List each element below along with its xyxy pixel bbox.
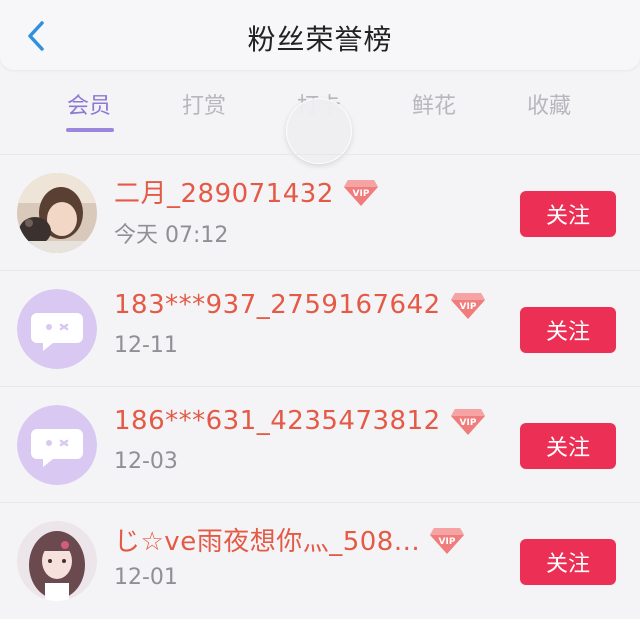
join-date: 12-03: [114, 449, 178, 474]
user-name[interactable]: 183***937_2759167642: [114, 290, 441, 320]
user-name[interactable]: 二月_289071432: [114, 173, 334, 210]
page-title: 粉丝荣誉榜: [247, 23, 393, 56]
list-item[interactable]: 186***631_4235473812 VIP 12-03 关注: [0, 387, 640, 503]
join-date: 12-01: [114, 565, 178, 590]
avatar-photo: [17, 521, 97, 601]
user-name-line: 183***937_2759167642 VIP: [114, 289, 487, 321]
svg-text:VIP: VIP: [459, 418, 476, 428]
user-name[interactable]: 186***631_4235473812: [114, 406, 441, 436]
join-date: 12-11: [114, 333, 178, 358]
list-item[interactable]: 183***937_2759167642 VIP 12-11 关注: [0, 271, 640, 387]
tab-flowers[interactable]: 鲜花: [412, 88, 456, 120]
svg-text:VIP: VIP: [439, 537, 456, 547]
default-avatar-icon: [17, 289, 97, 369]
user-name[interactable]: じ☆ve雨夜想你灬_508...: [114, 521, 420, 558]
follow-button[interactable]: 关注: [520, 191, 616, 237]
vip-diamond-icon: VIP: [342, 176, 380, 208]
tab-favorites[interactable]: 收藏: [527, 88, 571, 120]
tab-rewards[interactable]: 打赏: [182, 88, 226, 120]
vip-diamond-icon: VIP: [449, 289, 487, 321]
avatar[interactable]: [17, 173, 97, 253]
svg-text:VIP: VIP: [352, 189, 369, 199]
avatar[interactable]: [17, 405, 97, 485]
user-name-line: じ☆ve雨夜想你灬_508... VIP: [114, 521, 466, 558]
avatar[interactable]: [17, 289, 97, 369]
avatar-photo: [17, 173, 97, 253]
avatar[interactable]: [17, 521, 97, 601]
join-date: 今天 07:12: [114, 223, 229, 248]
list-item[interactable]: じ☆ve雨夜想你灬_508... VIP 12-01 关注: [0, 503, 640, 619]
svg-text:VIP: VIP: [459, 302, 476, 312]
default-avatar-icon: [17, 405, 97, 485]
user-name-line: 186***631_4235473812 VIP: [114, 405, 487, 437]
app-header: 粉丝荣誉榜: [0, 0, 640, 70]
follow-button[interactable]: 关注: [520, 539, 616, 585]
vip-diamond-icon: VIP: [449, 405, 487, 437]
user-name-line: 二月_289071432 VIP: [114, 173, 380, 210]
follow-button[interactable]: 关注: [520, 307, 616, 353]
list-item[interactable]: 二月_289071432 VIP 今天 07:12 关注: [0, 155, 640, 271]
active-tab-indicator: [66, 128, 114, 132]
vip-diamond-icon: VIP: [428, 524, 466, 556]
tab-members[interactable]: 会员: [67, 88, 111, 120]
follow-button[interactable]: 关注: [520, 423, 616, 469]
